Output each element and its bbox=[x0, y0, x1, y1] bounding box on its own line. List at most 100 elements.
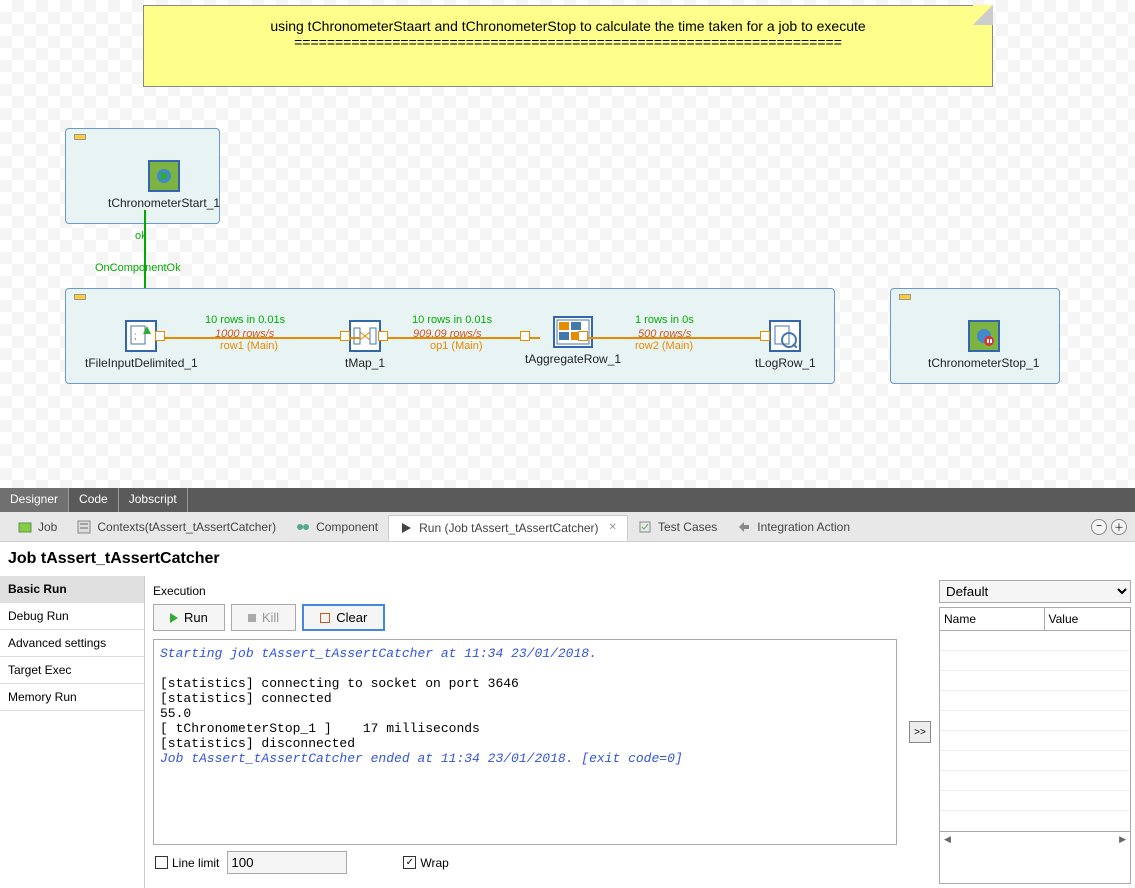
context-col-name[interactable]: Name bbox=[940, 608, 1045, 630]
line-limit-checkbox[interactable]: Line limit bbox=[155, 856, 219, 870]
view-label: Integration Action bbox=[757, 520, 850, 534]
tmap-icon bbox=[349, 320, 381, 352]
component-tchronometer-start[interactable]: tChronometerStart_1 bbox=[108, 160, 220, 210]
svg-text:;: ; bbox=[134, 331, 137, 342]
execution-panel: Execution Run Kill Clear Starting job tA… bbox=[145, 576, 905, 888]
op1-stats: 10 rows in 0.01s bbox=[412, 314, 492, 326]
op1-name: op1 (Main) bbox=[430, 340, 483, 352]
designer-canvas[interactable]: using tChronometerStaart and tChronomete… bbox=[0, 0, 1135, 488]
component-label: tLogRow_1 bbox=[755, 356, 816, 370]
chronometer-stop-icon bbox=[968, 320, 1000, 352]
menu-basic-run[interactable]: Basic Run bbox=[0, 576, 144, 603]
connection-ok-label: ok bbox=[135, 230, 147, 242]
menu-memory-run[interactable]: Memory Run bbox=[0, 684, 144, 711]
run-left-menu: Basic Run Debug Run Advanced settings Ta… bbox=[0, 576, 145, 888]
horizontal-scrollbar[interactable]: ◀▶ bbox=[940, 831, 1130, 847]
console-output[interactable]: Starting job tAssert_tAssertCatcher at 1… bbox=[153, 639, 897, 845]
run-icon bbox=[399, 521, 413, 535]
component-taggregaterow[interactable]: tAggregateRow_1 bbox=[525, 316, 621, 366]
view-job[interactable]: Job bbox=[8, 515, 67, 539]
view-label: Run (Job tAssert_tAssertCatcher) bbox=[419, 521, 598, 535]
connection-terminal bbox=[578, 331, 588, 341]
view-component[interactable]: Component bbox=[286, 515, 388, 539]
component-label: tAggregateRow_1 bbox=[525, 352, 621, 366]
integration-icon bbox=[737, 520, 751, 534]
row2-stats: 1 rows in 0s bbox=[635, 314, 694, 326]
context-table[interactable]: Name Value ◀▶ bbox=[939, 607, 1131, 884]
row2-name: row2 (Main) bbox=[635, 340, 693, 352]
context-panel: Default Name Value ◀▶ bbox=[935, 576, 1135, 888]
view-integration[interactable]: Integration Action bbox=[727, 515, 860, 539]
note-title: using tChronometerStaart and tChronomete… bbox=[156, 18, 980, 34]
note-fold-icon bbox=[973, 5, 993, 25]
component-label: tChronometerStop_1 bbox=[928, 356, 1039, 370]
job-icon bbox=[18, 520, 32, 534]
connection-terminal bbox=[760, 331, 770, 341]
component-tmap[interactable]: tMap_1 bbox=[345, 320, 385, 370]
component-tlogrow[interactable]: tLogRow_1 bbox=[755, 320, 816, 370]
component-label: tChronometerStart_1 bbox=[108, 196, 220, 210]
close-icon[interactable]: ✕ bbox=[609, 522, 617, 533]
contexts-icon bbox=[77, 520, 91, 534]
tab-designer[interactable]: Designer bbox=[0, 488, 69, 512]
subjob-handle-icon[interactable] bbox=[74, 294, 86, 300]
component-label: tMap_1 bbox=[345, 356, 385, 370]
component-tfileinputdelimited[interactable]: ; tFileInputDelimited_1 bbox=[85, 320, 198, 370]
line-limit-input[interactable] bbox=[227, 851, 347, 874]
view-contexts[interactable]: Contexts(tAssert_tAssertCatcher) bbox=[67, 515, 286, 539]
context-body bbox=[940, 631, 1130, 831]
op1-rate: 909.09 rows/s bbox=[413, 328, 481, 340]
component-label: tFileInputDelimited_1 bbox=[85, 356, 198, 370]
file-input-icon: ; bbox=[125, 320, 157, 352]
chronometer-start-icon bbox=[148, 160, 180, 192]
connection-terminal bbox=[340, 331, 350, 341]
wrap-checkbox[interactable]: ✓ Wrap bbox=[403, 856, 448, 870]
checkbox-icon bbox=[155, 856, 168, 869]
stop-icon bbox=[248, 614, 256, 622]
component-tchronometer-stop[interactable]: tChronometerStop_1 bbox=[928, 320, 1039, 370]
kill-button[interactable]: Kill bbox=[231, 604, 296, 631]
console-body: [statistics] connecting to socket on por… bbox=[160, 676, 519, 751]
row2-rate: 500 rows/s bbox=[638, 328, 691, 340]
expand-button[interactable]: >> bbox=[909, 721, 931, 743]
clear-icon bbox=[320, 613, 330, 623]
kill-button-label: Kill bbox=[262, 610, 279, 625]
console-start: Starting job tAssert_tAssertCatcher at 1… bbox=[160, 646, 597, 661]
run-button[interactable]: Run bbox=[153, 604, 225, 631]
component-icon bbox=[296, 520, 310, 534]
view-run[interactable]: Run (Job tAssert_tAssertCatcher) ✕ bbox=[388, 515, 628, 541]
tab-code[interactable]: Code bbox=[69, 488, 119, 512]
minimize-button[interactable]: − bbox=[1091, 519, 1107, 535]
row1-stats: 10 rows in 0.01s bbox=[205, 314, 285, 326]
line-limit-label: Line limit bbox=[172, 856, 219, 870]
maximize-button[interactable]: ＋ bbox=[1111, 519, 1127, 535]
run-panel: Basic Run Debug Run Advanced settings Ta… bbox=[0, 576, 1135, 888]
menu-advanced-settings[interactable]: Advanced settings bbox=[0, 630, 144, 657]
checkbox-icon: ✓ bbox=[403, 856, 416, 869]
views-bar: Job Contexts(tAssert_tAssertCatcher) Com… bbox=[0, 512, 1135, 542]
console-end: Job tAssert_tAssertCatcher ended at 11:3… bbox=[160, 751, 683, 766]
connection-terminal bbox=[155, 331, 165, 341]
subjob-handle-icon[interactable] bbox=[899, 294, 911, 300]
view-testcases[interactable]: Test Cases bbox=[628, 515, 727, 539]
testcases-icon bbox=[638, 520, 652, 534]
menu-target-exec[interactable]: Target Exec bbox=[0, 657, 144, 684]
view-label: Contexts(tAssert_tAssertCatcher) bbox=[97, 520, 276, 534]
view-label: Test Cases bbox=[658, 520, 717, 534]
row1-rate: 1000 rows/s bbox=[215, 328, 274, 340]
connection-oncomponentok-label: OnComponentOk bbox=[95, 262, 181, 274]
subjob-handle-icon[interactable] bbox=[74, 134, 86, 140]
execution-label: Execution bbox=[153, 584, 897, 598]
row1-name: row1 (Main) bbox=[220, 340, 278, 352]
sticky-note[interactable]: using tChronometerStaart and tChronomete… bbox=[143, 5, 993, 87]
editor-tabs: Designer Code Jobscript bbox=[0, 488, 1135, 512]
context-select[interactable]: Default bbox=[939, 580, 1131, 603]
view-label: Job bbox=[38, 520, 57, 534]
menu-debug-run[interactable]: Debug Run bbox=[0, 603, 144, 630]
tab-jobscript[interactable]: Jobscript bbox=[119, 488, 188, 512]
context-col-value[interactable]: Value bbox=[1045, 608, 1131, 630]
view-label: Component bbox=[316, 520, 378, 534]
clear-button[interactable]: Clear bbox=[302, 604, 385, 631]
wrap-label: Wrap bbox=[420, 856, 448, 870]
note-separator: ========================================… bbox=[156, 34, 980, 50]
